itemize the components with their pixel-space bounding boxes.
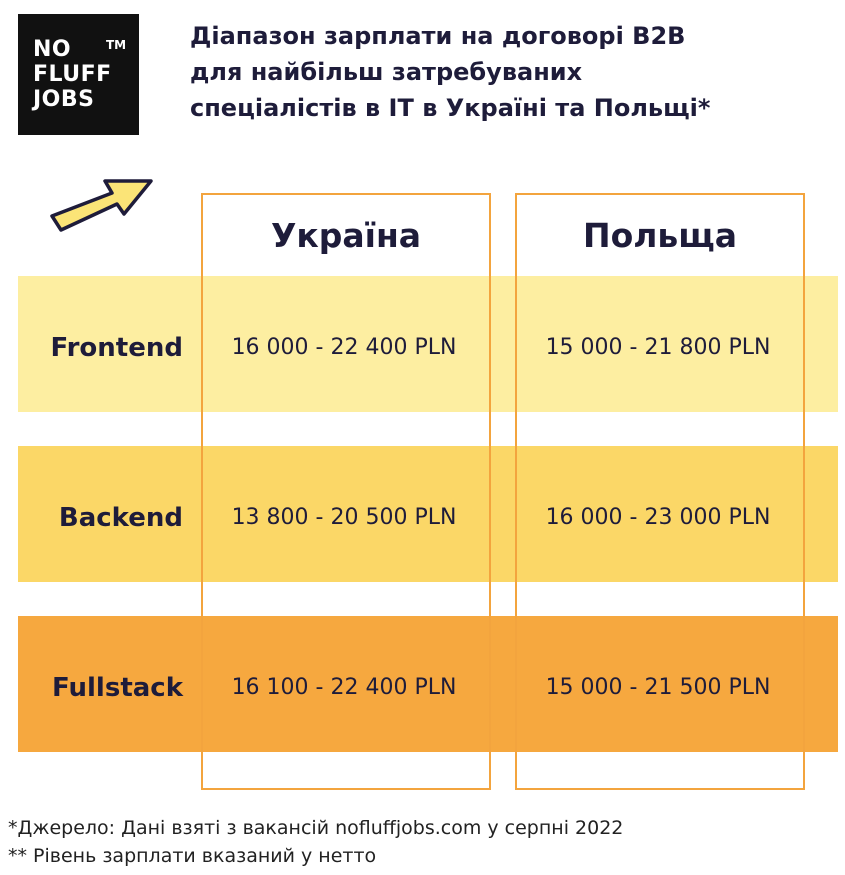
cell-backend-poland: 16 000 - 23 000 PLN — [545, 505, 771, 530]
footnote-source: *Джерело: Дані взяті з вакансій nofluffj… — [8, 817, 624, 839]
title-line-2: для найбільш затребуваних — [190, 58, 583, 86]
cell-fullstack-poland: 15 000 - 21 500 PLN — [545, 675, 771, 700]
row-label-frontend: Frontend — [50, 333, 183, 363]
arrow-pointing-up-right-icon — [50, 179, 153, 232]
row-label-backend: Backend — [58, 503, 183, 533]
trademark-mark: TM — [106, 38, 127, 52]
column-header-poland: Польща — [582, 216, 738, 255]
logo-text-jobs: JOBS — [33, 87, 95, 112]
page-title: Діапазон зарплати на договорі B2B для на… — [190, 18, 830, 126]
footnote-net-salary: ** Рівень зарплати вказаний у нетто — [8, 845, 377, 867]
column-header-ukraine: Україна — [270, 216, 422, 255]
title-line-1: Діапазон зарплати на договорі B2B — [190, 22, 686, 50]
logo-text-fluff: FLUFF — [33, 62, 112, 87]
logo-text-no: NO — [33, 37, 72, 62]
cell-frontend-poland: 15 000 - 21 800 PLN — [545, 335, 771, 360]
cell-backend-ukraine: 13 800 - 20 500 PLN — [231, 505, 457, 530]
cell-fullstack-ukraine: 16 100 - 22 400 PLN — [231, 675, 457, 700]
row-label-fullstack: Fullstack — [52, 673, 183, 703]
nofluffjobs-logo: NO FLUFF JOBS TM — [18, 14, 139, 135]
title-line-3: спеціалістів в IT в Україні та Польщі* — [190, 94, 711, 122]
cell-frontend-ukraine: 16 000 - 22 400 PLN — [231, 335, 457, 360]
